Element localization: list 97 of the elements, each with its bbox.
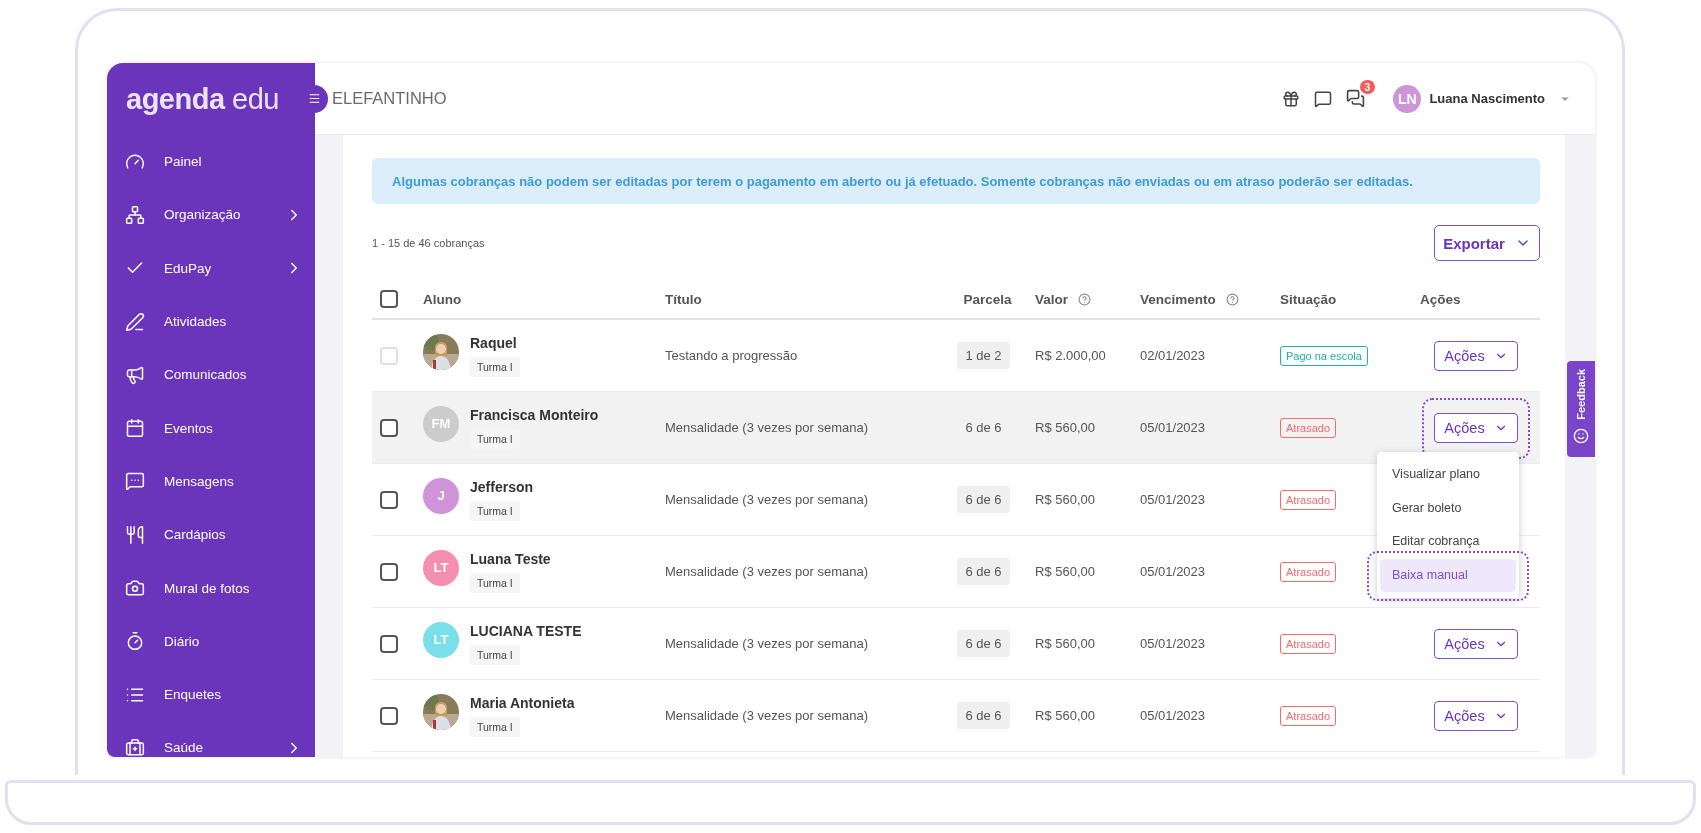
column-header: Valor	[1035, 291, 1069, 307]
table-cell-text: Mensalidade (3 vezes por semana)	[665, 564, 870, 579]
result-count: 1 - 15 de 46 cobranças	[372, 237, 485, 249]
student-name: Luana Teste	[470, 550, 551, 567]
sidebar-item[interactable]: Diário	[107, 614, 315, 668]
table-cell-text: Testando a progressão	[665, 348, 799, 363]
table-cell-text: R$ 560,00	[1035, 420, 1096, 435]
table-cell-text: Mensalidade (3 vezes por semana)	[665, 708, 870, 723]
actions-button[interactable]: Ações	[1434, 412, 1518, 443]
avatar: J	[423, 477, 459, 514]
sidebar-item[interactable]: EduPay	[107, 241, 315, 295]
menu-item-icon	[125, 524, 145, 545]
gift-icon[interactable]	[1282, 89, 1301, 108]
status-tag: Atrasado	[1280, 633, 1337, 654]
status-tag: Atrasado	[1280, 705, 1337, 726]
installment-tag: 6 de 6	[957, 414, 1010, 441]
menu-item-icon	[125, 418, 145, 439]
user-name[interactable]: Luana Nascimento	[1429, 91, 1545, 106]
export-button[interactable]: Exportar	[1434, 225, 1540, 261]
column-header: Vencimento	[1140, 291, 1216, 307]
column-header: Situação	[1280, 291, 1337, 307]
installment-tag: 6 de 6	[957, 486, 1010, 513]
menu-item-icon	[125, 471, 145, 492]
table-cell-text: R$ 560,00	[1035, 564, 1096, 579]
class-tag: Turma I	[470, 644, 520, 665]
sidebar-item[interactable]: Saúde	[107, 721, 315, 757]
avatar: LT	[423, 549, 459, 586]
menu-item-icon	[125, 364, 145, 385]
checkbox[interactable]	[380, 562, 398, 581]
table-cell-text: R$ 560,00	[1035, 708, 1096, 723]
student-name: LUCIANA TESTE	[470, 622, 582, 639]
menu-item[interactable]: Visualizar plano	[1380, 458, 1516, 492]
actions-button[interactable]: Ações	[1434, 628, 1518, 659]
status-tag: Pago na escola	[1280, 345, 1368, 366]
column-header: Título	[665, 291, 702, 307]
table-cell-text: 02/01/2023	[1140, 348, 1207, 363]
table-cell-text: 05/01/2023	[1140, 492, 1207, 507]
sidebar-item[interactable]: Enquetes	[107, 667, 315, 722]
menu-item-icon	[125, 578, 145, 598]
checkbox[interactable]	[380, 418, 398, 437]
checkbox[interactable]	[380, 290, 398, 308]
status-tag: Atrasado	[1280, 561, 1337, 582]
table-cell-text: Mensalidade (3 vezes por semana)	[665, 420, 870, 435]
table-cell-text: R$ 560,00	[1035, 492, 1096, 507]
menu-item-icon	[125, 311, 145, 332]
class-tag: Turma I	[470, 356, 520, 377]
menu-item[interactable]: Baixa manual	[1380, 558, 1516, 592]
sidebar-item[interactable]: Organização	[107, 188, 315, 242]
installment-tag: 6 de 6	[957, 702, 1010, 729]
class-tag: Turma I	[470, 716, 520, 737]
table-cell-text: 05/01/2023	[1140, 708, 1207, 723]
student-name: Maria Antonieta	[470, 694, 575, 711]
menu-item-icon	[125, 204, 145, 225]
menu-item-icon	[125, 631, 145, 652]
installment-tag: 1 de 2	[957, 342, 1010, 369]
table-cell-text: 05/01/2023	[1140, 564, 1207, 579]
checkbox[interactable]	[380, 490, 398, 509]
menu-icon	[307, 92, 321, 105]
student-name: Raquel	[470, 334, 517, 351]
column-header: Ações	[1420, 291, 1461, 307]
sidebar-item[interactable]: Eventos	[107, 401, 315, 455]
smile-icon	[1573, 427, 1589, 444]
info-banner: Algumas cobranças não podem ser editadas por terem o pagamento em aberto ou já efetuado. Somente cobranças não enviadas ou em atraso poderão ser editadas.	[372, 158, 1540, 204]
table-cell-text: 05/01/2023	[1140, 420, 1207, 435]
student-name: Francisca Monteiro	[470, 406, 599, 423]
notification-badge: 3	[1359, 80, 1376, 94]
school-name: ELEFANTINHO	[332, 89, 448, 108]
chat-icon[interactable]	[1346, 89, 1366, 108]
column-header: Parcela	[963, 291, 1012, 307]
sidebar-item[interactable]: Comunicados	[107, 348, 315, 402]
sidebar-item[interactable]: Mural de fotos	[107, 561, 315, 615]
checkbox[interactable]	[380, 706, 398, 725]
class-tag: Turma I	[470, 572, 520, 593]
column-header: Aluno	[423, 291, 462, 307]
sidebar-item[interactable]: Atividades	[107, 294, 315, 349]
sidebar-item[interactable]: Mensagens	[107, 454, 315, 509]
student-name: Jefferson	[470, 478, 534, 495]
feedback-tab[interactable]: Feedback	[1567, 361, 1595, 457]
menu-item-icon	[125, 737, 145, 757]
table-cell-text: 05/01/2023	[1140, 636, 1207, 651]
menu-item[interactable]: Gerar boleto	[1380, 491, 1516, 525]
class-tag: Turma I	[470, 500, 520, 521]
logo: agenda edu	[126, 82, 279, 116]
sidebar-item[interactable]: Painel	[107, 135, 315, 189]
sidebar-item[interactable]: Cardápios	[107, 508, 315, 562]
table-cell-text: Mensalidade (3 vezes por semana)	[665, 636, 870, 651]
status-tag: Atrasado	[1280, 489, 1337, 510]
actions-button[interactable]: Ações	[1434, 700, 1518, 731]
checkbox[interactable]	[380, 634, 398, 653]
menu-item[interactable]: Editar cobrança	[1380, 525, 1516, 559]
installment-tag: 6 de 6	[957, 630, 1010, 657]
avatar: LT	[423, 621, 459, 658]
table-cell-text: R$ 2.000,00	[1035, 348, 1107, 363]
table-cell-text: R$ 560,00	[1035, 636, 1096, 651]
table-cell-text: Mensalidade (3 vezes por semana)	[665, 492, 870, 507]
status-tag: Atrasado	[1280, 417, 1337, 438]
installment-tag: 6 de 6	[957, 558, 1010, 585]
